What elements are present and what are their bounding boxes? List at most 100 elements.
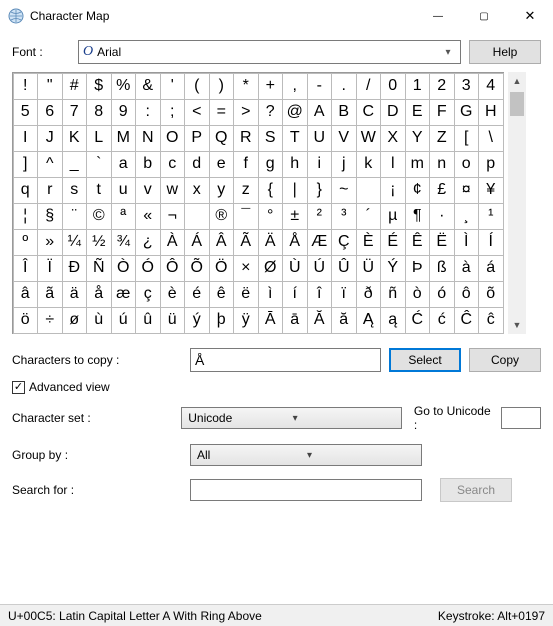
char-cell[interactable]: : [135,99,161,126]
char-cell[interactable]: - [307,73,333,100]
char-cell[interactable]: Ý [380,255,406,282]
char-cell[interactable]: ¿ [135,229,161,256]
char-cell[interactable]: 2 [429,73,455,100]
char-cell[interactable]: ø [62,307,88,334]
char-cell[interactable]: N [135,125,161,152]
char-cell[interactable]: 4 [478,73,504,100]
char-cell[interactable]: ÷ [37,307,63,334]
char-cell[interactable]: ã [37,281,63,308]
char-cell[interactable]: Õ [184,255,210,282]
char-cell[interactable]: õ [478,281,504,308]
char-cell[interactable]: O [160,125,186,152]
search-input[interactable] [190,479,422,501]
char-cell[interactable]: ù [86,307,112,334]
char-cell[interactable]: ą [380,307,406,334]
char-cell[interactable]: ¹ [478,203,504,230]
char-cell[interactable]: a [111,151,137,178]
char-cell[interactable]: 0 [380,73,406,100]
select-button[interactable]: Select [389,348,461,372]
char-cell[interactable]: ° [258,203,284,230]
char-cell[interactable]: Ą [356,307,382,334]
char-cell[interactable]: Â [209,229,235,256]
char-cell[interactable]: / [356,73,382,100]
char-cell[interactable]: w [160,177,186,204]
character-grid[interactable]: !"#$%&'()*+,-./0123456789:;<=>?@ABCDEFGH… [12,72,504,334]
char-cell[interactable]: D [380,99,406,126]
char-cell[interactable]: ´ [356,203,382,230]
char-cell[interactable]: A [307,99,333,126]
char-cell[interactable]: ß [429,255,455,282]
char-cell[interactable]: Å [282,229,308,256]
char-cell[interactable]: ¥ [478,177,504,204]
char-cell[interactable]: Ì [454,229,480,256]
char-cell[interactable]: i [307,151,333,178]
char-cell[interactable]: C [356,99,382,126]
charset-select[interactable]: Unicode ▾ [181,407,402,429]
char-cell[interactable]: Ñ [86,255,112,282]
char-cell[interactable]: ^ [37,151,63,178]
char-cell[interactable]: I [13,125,39,152]
char-cell[interactable]: H [478,99,504,126]
char-cell[interactable]: + [258,73,284,100]
char-cell[interactable]: ' [160,73,186,100]
char-cell[interactable]: * [233,73,259,100]
advanced-view-checkbox[interactable]: ✓ [12,381,25,394]
char-cell[interactable]: é [184,281,210,308]
char-cell[interactable]: Ô [160,255,186,282]
char-cell[interactable]: l [380,151,406,178]
char-cell[interactable]: ® [209,203,235,230]
char-cell[interactable]: o [454,151,480,178]
char-cell[interactable]: » [37,229,63,256]
char-cell[interactable]: î [307,281,333,308]
char-cell[interactable]: ½ [86,229,112,256]
char-cell[interactable]: ¤ [454,177,480,204]
char-cell[interactable]: ! [13,73,39,100]
char-cell[interactable]: ý [184,307,210,334]
char-cell[interactable]: Æ [307,229,333,256]
char-cell[interactable]: ª [111,203,137,230]
char-cell[interactable]: ó [429,281,455,308]
char-cell[interactable]: È [356,229,382,256]
char-cell[interactable]: \ [478,125,504,152]
char-cell[interactable]: ć [429,307,455,334]
char-cell[interactable]: < [184,99,210,126]
scroll-up-icon[interactable]: ▲ [508,72,526,90]
char-cell[interactable]: " [37,73,63,100]
copy-button[interactable]: Copy [469,348,541,372]
char-cell[interactable]: º [13,229,39,256]
char-cell[interactable]: W [356,125,382,152]
char-cell[interactable]: ¨ [62,203,88,230]
char-cell[interactable]: Ã [233,229,259,256]
char-cell[interactable]: = [209,99,235,126]
char-cell[interactable] [356,177,382,204]
char-cell[interactable]: ç [135,281,161,308]
char-cell[interactable]: å [86,281,112,308]
char-cell[interactable]: Ö [209,255,235,282]
char-cell[interactable]: X [380,125,406,152]
char-cell[interactable]: Ā [258,307,284,334]
char-cell[interactable]: æ [111,281,137,308]
char-cell[interactable]: ÿ [233,307,259,334]
char-cell[interactable]: Ć [405,307,431,334]
char-cell[interactable] [184,203,210,230]
char-cell[interactable]: Ë [429,229,455,256]
char-cell[interactable]: T [282,125,308,152]
char-cell[interactable]: í [282,281,308,308]
char-cell[interactable]: R [233,125,259,152]
char-cell[interactable]: [ [454,125,480,152]
char-cell[interactable]: G [454,99,480,126]
char-cell[interactable]: L [86,125,112,152]
char-cell[interactable]: 9 [111,99,137,126]
char-cell[interactable]: · [429,203,455,230]
char-cell[interactable]: ¸ [454,203,480,230]
minimize-button[interactable]: — [415,0,461,32]
char-cell[interactable]: K [62,125,88,152]
char-cell[interactable]: Ä [258,229,284,256]
char-cell[interactable]: § [37,203,63,230]
char-cell[interactable]: { [258,177,284,204]
char-cell[interactable]: j [331,151,357,178]
char-cell[interactable]: ò [405,281,431,308]
char-cell[interactable]: û [135,307,161,334]
char-cell[interactable]: E [405,99,431,126]
char-cell[interactable]: ² [307,203,333,230]
